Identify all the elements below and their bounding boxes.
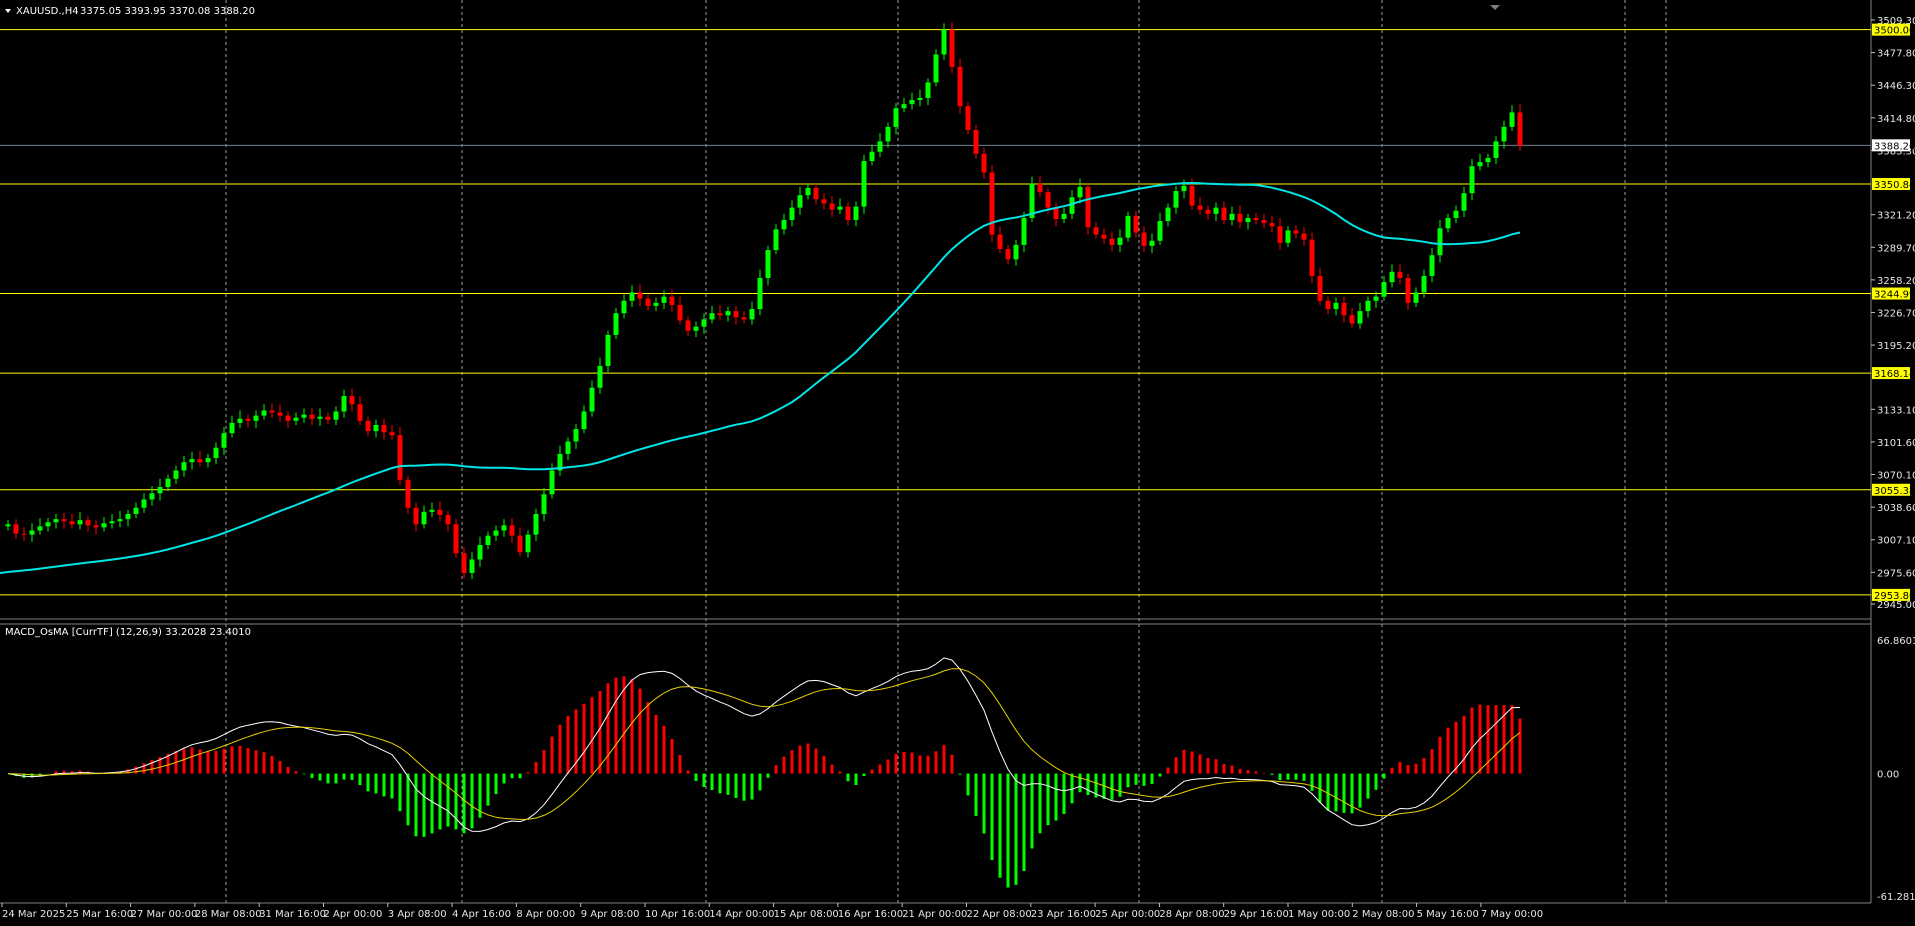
price-label: 3195.20	[1877, 341, 1915, 352]
price-label: 3446.30	[1877, 81, 1915, 92]
ohlc-readout: 3375.05 3393.95 3370.08 3388.20	[80, 6, 255, 17]
time-label: 5 May 16:00	[1417, 909, 1479, 920]
level-tag: 3500.00	[1874, 26, 1915, 37]
time-label: 14 Apr 00:00	[709, 909, 774, 920]
indicator-title: MACD_OsMA [CurrTF] (12,26,9) 33.2028 23.…	[5, 627, 251, 638]
price-label: 3070.10	[1877, 471, 1915, 482]
time-label: 15 Apr 08:00	[774, 909, 839, 920]
price-label: 3414.80	[1877, 114, 1915, 125]
candle	[453, 519, 459, 558]
time-label: 7 May 00:00	[1481, 909, 1543, 920]
indicator-label: -61.2811	[1877, 892, 1915, 903]
candle	[989, 165, 995, 242]
time-label: 25 Apr 00:00	[1095, 909, 1160, 920]
candle	[949, 22, 955, 74]
indicator-label: 0.00	[1877, 770, 1899, 781]
time-label: 2 May 08:00	[1352, 909, 1414, 920]
time-label: 2 Apr 00:00	[324, 909, 383, 920]
time-label: 28 Apr 08:00	[1159, 909, 1224, 920]
time-label: 25 Mar 16:00	[66, 909, 133, 920]
price-label: 3101.60	[1877, 438, 1915, 449]
time-label: 28 Mar 08:00	[195, 909, 262, 920]
level-tag: 3168.14	[1874, 369, 1915, 380]
current-price-tag: 3388.20	[1874, 141, 1915, 152]
level-tag: 3055.38	[1874, 486, 1915, 497]
time-label: 3 Apr 08:00	[388, 909, 447, 920]
trading-chart[interactable]: 3509.303477.803446.303414.803383.303321.…	[0, 0, 1915, 926]
price-label: 3226.70	[1877, 308, 1915, 319]
time-label: 24 Mar 2025	[2, 909, 65, 920]
time-label: 16 Apr 16:00	[838, 909, 903, 920]
price-label: 3133.10	[1877, 405, 1915, 416]
symbol-label: XAUUSD.,H4	[16, 6, 79, 17]
time-label: 9 Apr 08:00	[581, 909, 640, 920]
price-label: 3477.80	[1877, 49, 1915, 60]
time-label: 27 Mar 00:00	[131, 909, 198, 920]
time-label: 31 Mar 16:00	[259, 909, 326, 920]
time-label: 22 Apr 08:00	[967, 909, 1032, 920]
candle	[1085, 182, 1091, 235]
price-label: 3038.60	[1877, 503, 1915, 514]
time-label: 10 Apr 16:00	[645, 909, 710, 920]
candle	[933, 49, 939, 87]
candle	[965, 102, 971, 135]
level-tag: 3350.84	[1874, 180, 1915, 191]
indicator-label: 66.8601	[1877, 636, 1915, 647]
price-label: 3007.10	[1877, 536, 1915, 547]
time-label: 23 Apr 16:00	[1031, 909, 1096, 920]
time-label: 1 May 00:00	[1288, 909, 1350, 920]
level-tag: 3244.99	[1874, 290, 1915, 301]
time-label: 8 Apr 00:00	[516, 909, 575, 920]
price-label: 3289.70	[1877, 243, 1915, 254]
level-tag: 2953.80	[1874, 591, 1915, 602]
candle	[397, 427, 403, 485]
price-label: 3258.20	[1877, 276, 1915, 287]
time-label: 29 Apr 16:00	[1224, 909, 1289, 920]
candle	[861, 154, 867, 214]
time-label: 4 Apr 16:00	[452, 909, 511, 920]
price-label: 2975.60	[1877, 568, 1915, 579]
candle	[1125, 211, 1131, 242]
candle	[1309, 232, 1315, 284]
time-label: 21 Apr 00:00	[902, 909, 967, 920]
price-label: 3321.20	[1877, 211, 1915, 222]
